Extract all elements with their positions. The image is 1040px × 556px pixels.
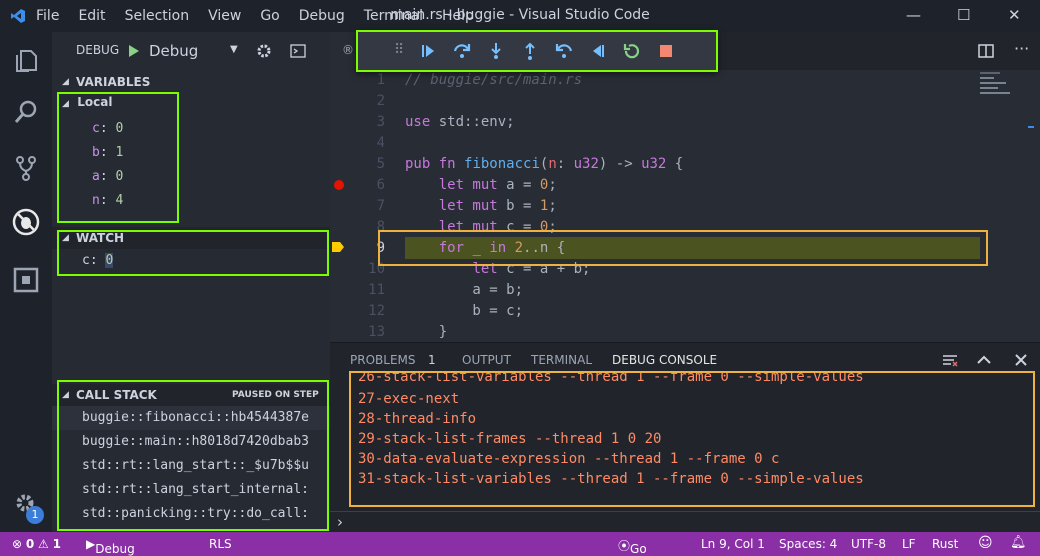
variables-title: VARIABLES bbox=[76, 75, 151, 89]
clear-console-icon[interactable] bbox=[942, 353, 958, 367]
go-live-label: Go Live bbox=[630, 542, 647, 556]
debug-console-icon[interactable] bbox=[290, 44, 306, 58]
step-back-icon[interactable] bbox=[554, 41, 574, 61]
eol-status[interactable]: LF bbox=[902, 537, 916, 551]
tab-terminal[interactable]: TERMINAL bbox=[531, 353, 592, 367]
chevron-down-icon[interactable]: ▼ bbox=[230, 44, 238, 55]
rls-status[interactable]: RLS bbox=[209, 537, 232, 551]
menu-debug[interactable]: Debug bbox=[299, 8, 345, 24]
indentation-status[interactable]: Spaces: 4 bbox=[779, 537, 837, 551]
maximize-panel-icon[interactable] bbox=[976, 353, 992, 367]
drag-handle-icon[interactable]: ⠿ bbox=[394, 42, 404, 58]
search-icon[interactable] bbox=[12, 98, 40, 126]
debug-status-label: Debug (buggie) bbox=[95, 542, 135, 556]
console-callout bbox=[349, 371, 1035, 507]
menu-file[interactable]: File bbox=[36, 8, 59, 24]
maximize-icon[interactable]: ☐ bbox=[957, 6, 970, 24]
step-out-icon[interactable] bbox=[520, 41, 540, 61]
debug-status[interactable]: ▶ Debug (buggie) bbox=[86, 537, 135, 556]
stop-icon[interactable] bbox=[656, 41, 676, 61]
language-mode[interactable]: Rust bbox=[932, 537, 958, 551]
code-content[interactable]: // buggie/src/main.rs use std::env; pub … bbox=[330, 72, 980, 342]
menu-go[interactable]: Go bbox=[260, 8, 279, 24]
encoding-status[interactable]: UTF-8 bbox=[851, 537, 886, 551]
status-bar: ⊗ 0 ⚠ 1 ▶ Debug (buggie) RLS ⦿ Go Live L… bbox=[0, 532, 1040, 556]
menu-help[interactable]: Help bbox=[442, 8, 474, 24]
debug-toolbar: ⠿ bbox=[356, 30, 718, 72]
step-into-icon[interactable] bbox=[486, 41, 506, 61]
variables-highlight bbox=[57, 92, 179, 223]
menu-selection[interactable]: Selection bbox=[125, 8, 190, 24]
split-editor-icon[interactable] bbox=[978, 44, 994, 58]
console-input[interactable]: › bbox=[330, 511, 1040, 533]
restart-icon[interactable] bbox=[622, 41, 642, 61]
notifications-bell-icon[interactable]: 🔔︎ bbox=[1010, 535, 1027, 550]
watch-highlight bbox=[57, 230, 329, 276]
continue-icon[interactable] bbox=[418, 41, 438, 61]
settings-badge: 1 bbox=[26, 506, 44, 524]
go-live-button[interactable]: ⦿ Go Live bbox=[618, 537, 647, 556]
more-actions-icon[interactable]: ··· bbox=[1014, 39, 1029, 58]
close-panel-icon[interactable] bbox=[1014, 353, 1028, 367]
warning-count: 1 bbox=[52, 537, 61, 551]
problems-count-badge: 1 bbox=[428, 353, 436, 367]
extensions-icon[interactable] bbox=[12, 266, 40, 294]
rust-file-icon: ® bbox=[342, 43, 354, 57]
tab-debug-console[interactable]: DEBUG CONSOLE bbox=[612, 353, 717, 367]
tab-problems[interactable]: PROBLEMS bbox=[350, 353, 416, 367]
console-prompt: › bbox=[337, 513, 343, 531]
feedback-smiley-icon[interactable]: ☺ bbox=[978, 535, 993, 551]
variables-section-header[interactable]: ◢ VARIABLES bbox=[52, 71, 330, 93]
callstack-highlight bbox=[57, 380, 329, 531]
menu-terminal[interactable]: Terminal bbox=[364, 8, 423, 24]
vscode-logo-icon bbox=[11, 9, 25, 23]
debug-label: DEBUG bbox=[76, 43, 120, 57]
reverse-continue-icon[interactable] bbox=[588, 41, 608, 61]
explorer-icon[interactable] bbox=[12, 46, 40, 74]
debug-icon[interactable] bbox=[12, 208, 40, 236]
debug-settings-gear-icon[interactable] bbox=[256, 43, 272, 59]
step-over-icon[interactable] bbox=[452, 41, 472, 61]
collapse-icon: ◢ bbox=[62, 77, 69, 87]
scrollbar-marker bbox=[1028, 126, 1034, 128]
title-bar: File Edit Selection View Go Debug Termin… bbox=[0, 0, 1040, 32]
source-control-icon[interactable] bbox=[12, 154, 40, 182]
debug-config-select[interactable]: Debug bbox=[149, 42, 198, 60]
error-count: 0 bbox=[25, 537, 35, 551]
problems-status[interactable]: ⊗ 0 ⚠ 1 bbox=[12, 537, 61, 551]
activity-bar: 1 bbox=[0, 32, 52, 532]
current-line-callout bbox=[378, 230, 988, 266]
menu-view[interactable]: View bbox=[208, 8, 241, 24]
minimap[interactable] bbox=[980, 72, 1016, 102]
menu-edit[interactable]: Edit bbox=[78, 8, 105, 24]
cursor-position[interactable]: Ln 9, Col 1 bbox=[701, 537, 765, 551]
menu-bar: File Edit Selection View Go Debug Termin… bbox=[36, 8, 493, 24]
start-debugging-icon[interactable] bbox=[128, 44, 140, 58]
tab-output[interactable]: OUTPUT bbox=[462, 353, 511, 367]
close-window-icon[interactable]: ✕ bbox=[1008, 6, 1021, 24]
minimize-icon[interactable]: — bbox=[906, 6, 921, 24]
